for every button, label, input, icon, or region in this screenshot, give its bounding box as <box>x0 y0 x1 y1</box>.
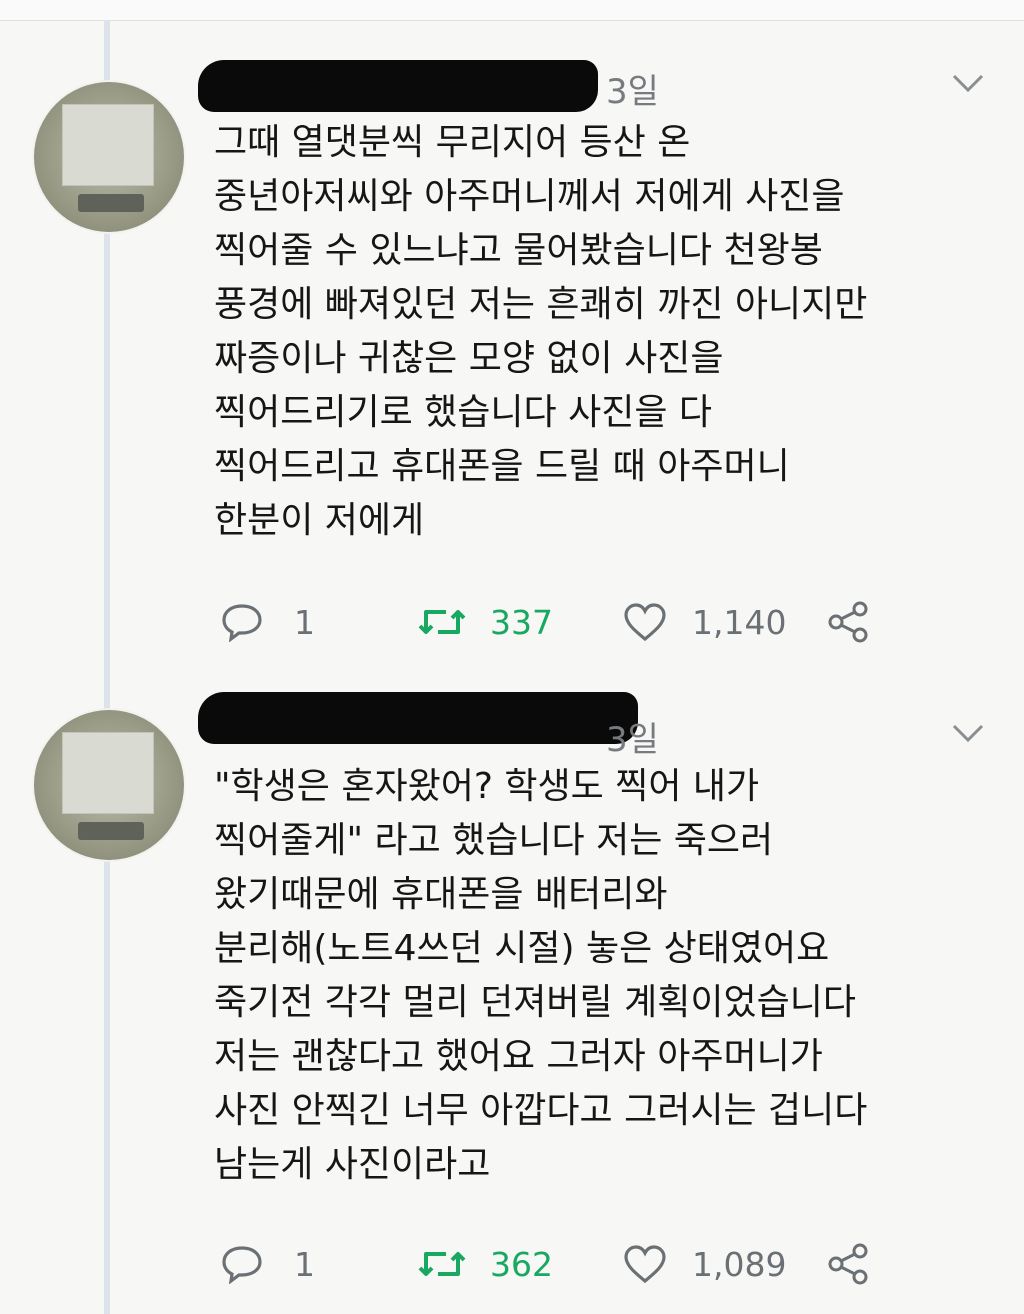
reply-icon <box>220 1244 264 1284</box>
share-icon <box>826 600 870 644</box>
retweet-count: 362 <box>490 1244 553 1284</box>
avatar-photo-note <box>62 732 154 814</box>
tweet-text: "학생은 혼자왔어? 학생도 찍어 내가 찍어줄게" 라고 했습니다 저는 죽으… <box>214 766 868 1185</box>
avatar-photo-note <box>62 104 154 186</box>
share-icon <box>826 1242 870 1286</box>
retweet-button[interactable]: 362 <box>416 1239 553 1289</box>
tweet-timestamp[interactable]: 3일 <box>606 64 659 113</box>
tweet[interactable]: 3일 그때 열댓분씩 무리지어 등산 온 중년아저씨와 아주머니께서 저에게 사… <box>0 40 1024 680</box>
chevron-down-icon[interactable] <box>948 68 988 98</box>
heart-icon <box>622 602 668 642</box>
like-count: 1,089 <box>692 1244 787 1284</box>
top-divider <box>0 0 1024 21</box>
retweet-button[interactable]: 337 <box>416 597 553 647</box>
like-button[interactable]: 1,140 <box>622 597 786 647</box>
tweet[interactable]: 3일 "학생은 혼자왔어? 학생도 찍어 내가 찍어줄게" 라고 했습니다 저는… <box>0 688 1024 1314</box>
tweet-actions: 1 337 1,140 <box>214 597 914 647</box>
retweet-icon <box>416 602 468 642</box>
like-button[interactable]: 1,089 <box>622 1239 786 1289</box>
retweet-icon <box>416 1244 468 1284</box>
tweet-text: 그때 열댓분씩 무리지어 등산 온 중년아저씨와 아주머니께서 저에게 사진을 … <box>214 122 868 541</box>
avatar[interactable] <box>34 82 184 232</box>
avatar-photo-keypad <box>78 822 144 840</box>
share-button[interactable] <box>826 1239 870 1289</box>
reply-button[interactable]: 1 <box>220 1239 315 1289</box>
retweet-count: 337 <box>490 602 553 642</box>
avatar[interactable] <box>34 710 184 860</box>
reply-button[interactable]: 1 <box>220 597 315 647</box>
author-name-redacted <box>198 60 598 112</box>
avatar-photo-keypad <box>78 194 144 212</box>
tweet-actions: 1 362 1,089 <box>214 1239 914 1289</box>
reply-count: 1 <box>294 1244 315 1284</box>
like-count: 1,140 <box>692 602 787 642</box>
share-button[interactable] <box>826 597 870 647</box>
reply-count: 1 <box>294 602 315 642</box>
reply-icon <box>220 602 264 642</box>
tweet-timestamp[interactable]: 3일 <box>606 712 659 761</box>
author-name-redacted <box>198 692 638 744</box>
heart-icon <box>622 1244 668 1284</box>
chevron-down-icon[interactable] <box>948 718 988 748</box>
